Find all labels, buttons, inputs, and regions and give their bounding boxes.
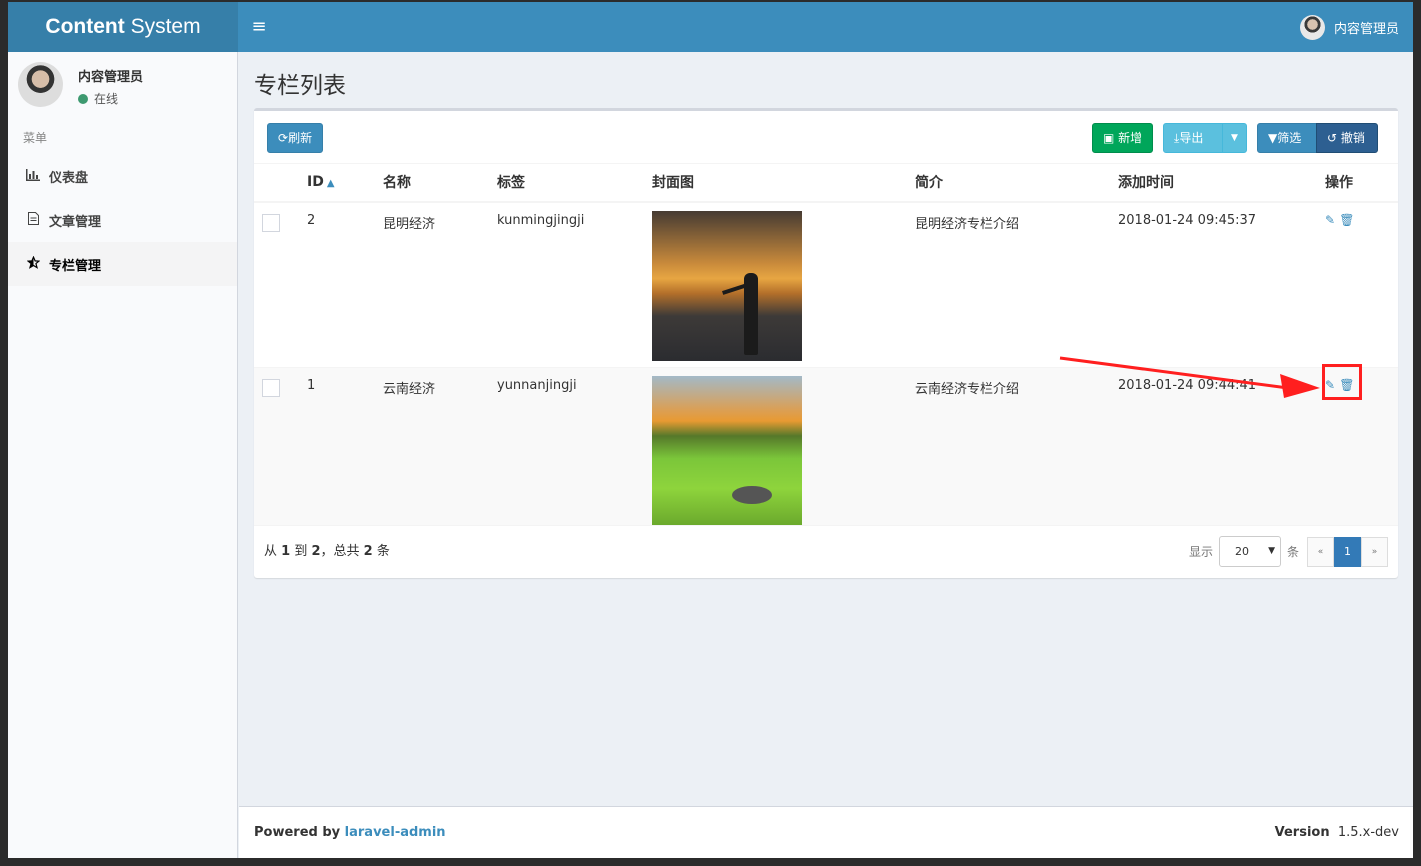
column-header-actions: 操作 xyxy=(1325,163,1398,203)
refresh-icon: ⟳ xyxy=(278,131,289,145)
sort-icon[interactable]: ▲ xyxy=(327,178,335,189)
trash-icon[interactable]: 🗑 xyxy=(1339,213,1354,227)
select-column-header xyxy=(254,163,307,203)
refresh-button[interactable]: ⟳刷新 xyxy=(267,123,324,153)
laravel-admin-link[interactable]: laravel-admin xyxy=(345,825,446,840)
row-checkbox[interactable] xyxy=(262,379,280,397)
page-button-current[interactable]: 1 xyxy=(1334,536,1361,567)
menu-header: 菜单 xyxy=(23,131,48,145)
status-text: 在线 xyxy=(94,92,119,106)
avatar xyxy=(18,62,63,107)
file-icon xyxy=(25,212,41,228)
online-status: 在线 xyxy=(78,90,118,107)
sunset-beach-image xyxy=(652,210,802,361)
sidebar-item-dashboard[interactable]: 仪表盘 xyxy=(8,154,237,198)
cell-created-at: 2018-01-24 09:45:37 xyxy=(1118,201,1325,368)
user-panel-name: 内容管理员 xyxy=(78,70,144,85)
pagination: « 1 » xyxy=(1307,536,1388,567)
sidebar: 内容管理员 在线 菜单 仪表盘 文章管理 专栏管理 xyxy=(8,52,238,858)
sidebar-menu: 仪表盘 文章管理 专栏管理 xyxy=(8,154,237,286)
user-panel: 内容管理员 在线 xyxy=(18,62,228,112)
per-page-unit: 条 xyxy=(1286,545,1299,559)
cell-tag: yunnanjingji xyxy=(497,367,652,526)
sidebar-item-label: 仪表盘 xyxy=(49,170,89,186)
column-header-name: 名称 xyxy=(383,163,497,203)
column-header-cover: 封面图 xyxy=(652,163,915,203)
undo-icon: ↺ xyxy=(1327,131,1341,145)
grid-box: ⟳刷新 ▣ 新增 ⤓导出 ▼ ▼筛选 ↺ 撤销 ID ▲ 名称 标签 封面图 简… xyxy=(254,108,1398,578)
table-row: 2 昆明经济 kunmingjingji 昆明经济专栏介绍 2018-01-24… xyxy=(254,201,1398,368)
filter-button[interactable]: ▼筛选 xyxy=(1257,123,1317,153)
top-navbar: Content System ≡ 内容管理员 xyxy=(8,2,1413,52)
reset-button[interactable]: ↺ 撤销 xyxy=(1316,123,1378,153)
export-button[interactable]: ⤓导出 xyxy=(1163,123,1223,153)
save-icon: ▣ xyxy=(1103,131,1119,145)
app-window: Content System ≡ 内容管理员 内容管理员 在线 菜单 仪表盘 文… xyxy=(8,2,1413,858)
cell-name: 昆明经济 xyxy=(383,201,497,368)
column-header-id[interactable]: ID ▲ xyxy=(307,163,383,203)
per-page-label: 显示 xyxy=(1188,545,1213,559)
status-dot-icon xyxy=(78,93,88,104)
sidebar-toggle-icon[interactable]: ≡ xyxy=(246,14,272,40)
sidebar-item-label: 专栏管理 xyxy=(49,258,102,274)
user-menu-name: 内容管理员 xyxy=(1333,21,1399,37)
column-header-intro: 简介 xyxy=(915,163,1118,203)
sidebar-item-articles[interactable]: 文章管理 xyxy=(8,198,237,242)
sidebar-item-columns[interactable]: 专栏管理 xyxy=(8,242,237,286)
prev-page-button[interactable]: « xyxy=(1307,536,1334,567)
cell-tag: kunmingjingji xyxy=(497,201,652,368)
star-icon xyxy=(25,255,41,272)
pagination-controls: 显示 20 ▼ 条 « 1 » xyxy=(1189,536,1388,567)
next-page-button[interactable]: » xyxy=(1361,536,1388,567)
green-valley-image xyxy=(652,376,802,526)
row-checkbox[interactable] xyxy=(262,213,280,232)
column-header-created-at: 添加时间 xyxy=(1118,163,1325,203)
table-header-row: ID ▲ 名称 标签 封面图 简介 添加时间 操作 xyxy=(254,163,1398,203)
chevron-down-icon: ▼ xyxy=(1231,133,1238,143)
cell-id: 2 xyxy=(307,201,383,368)
footer-version: Version 1.5.x-dev xyxy=(1274,825,1399,840)
sidebar-item-label: 文章管理 xyxy=(49,214,102,230)
column-header-tag: 标签 xyxy=(497,163,652,203)
annotation-arrow xyxy=(1059,356,1320,398)
chevron-down-icon: ▼ xyxy=(1268,546,1275,556)
edit-icon[interactable]: ✎ xyxy=(1325,213,1335,227)
cell-id: 1 xyxy=(307,367,383,526)
cell-name: 云南经济 xyxy=(383,367,497,526)
grid-footer: 从 1 到 2，总共 2 条 显示 20 ▼ 条 « 1 » xyxy=(254,525,1398,578)
data-table: ID ▲ 名称 标签 封面图 简介 添加时间 操作 2 昆明经济 kunmingj… xyxy=(254,163,1398,526)
per-page-select[interactable]: 20 ▼ xyxy=(1218,536,1281,567)
page-title: 专栏列表 xyxy=(254,73,346,99)
filter-icon: ▼ xyxy=(1268,131,1278,145)
annotation-highlight-box xyxy=(1322,364,1362,400)
user-menu[interactable]: 内容管理员 xyxy=(1299,14,1399,40)
export-dropdown-button[interactable]: ▼ xyxy=(1222,123,1247,153)
footer-credit: Powered by laravel-admin xyxy=(254,825,446,840)
logo[interactable]: Content System xyxy=(8,2,238,52)
bar-chart-icon xyxy=(25,168,41,184)
page-footer: Powered by laravel-admin Version 1.5.x-d… xyxy=(239,806,1413,858)
avatar xyxy=(1299,14,1325,40)
new-button[interactable]: ▣ 新增 xyxy=(1092,123,1154,153)
cell-intro: 昆明经济专栏介绍 xyxy=(915,201,1118,368)
pagination-summary: 从 1 到 2，总共 2 条 xyxy=(264,544,390,559)
